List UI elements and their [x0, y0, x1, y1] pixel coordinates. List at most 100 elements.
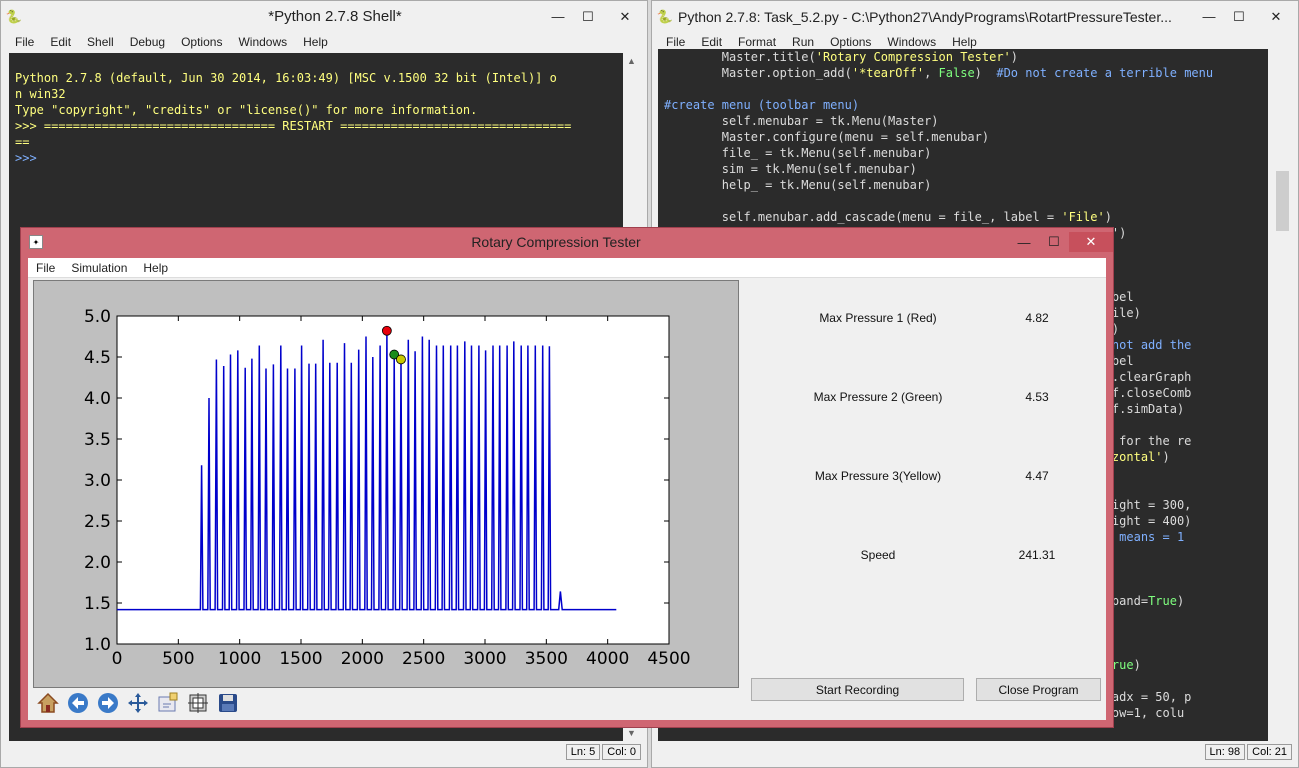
editor-title: Python 2.7.8: Task_5.2.py - C:\Python27\… [678, 8, 1172, 25]
plot-canvas[interactable]: 0 500 1000 1500 2000 2500 3000 3500 4000 4500 1.0 1… [33, 280, 739, 688]
menu-run[interactable]: Run [784, 35, 822, 49]
close-icon[interactable]: ✕ [1254, 7, 1298, 27]
x-tick-label: 1000 [218, 649, 261, 669]
menu-simulation[interactable]: Simulation [63, 261, 135, 275]
shell-line: Type "copyright", "credits" or "license(… [15, 103, 478, 117]
shell-prompt: >>> [15, 151, 44, 165]
code-line: self.menubar.add_cascade(menu = file_, l… [664, 210, 1112, 224]
y-tick-label: 2.5 [84, 512, 111, 532]
max-pressure-3-label: Max Pressure 3(Yellow) [814, 469, 942, 483]
back-arrow-icon[interactable] [65, 690, 91, 716]
speed-label: Speed [860, 548, 896, 562]
home-icon[interactable] [35, 690, 61, 716]
max-pressure-1-label: Max Pressure 1 (Red) [819, 311, 937, 325]
menu-windows[interactable]: Windows [879, 35, 944, 49]
tester-client-area: File Simulation Help 0 500 1000 1500 2000 250… [28, 258, 1106, 720]
column-number: Col: 21 [1247, 744, 1292, 760]
menu-options[interactable]: Options [822, 35, 879, 49]
code-line: Master.configure(menu = self.menubar) [664, 130, 990, 144]
menu-edit[interactable]: Edit [693, 35, 730, 49]
editor-scroll-thumb[interactable] [1276, 171, 1289, 231]
menu-help[interactable]: Help [135, 261, 176, 275]
shell-menubar: File Edit Shell Debug Options Windows He… [1, 32, 647, 52]
shell-line: n win32 [15, 87, 66, 101]
zoom-icon[interactable] [155, 690, 181, 716]
tester-titlebar[interactable]: ✦ Rotary Compression Tester — ☐ ✕ [21, 228, 1113, 256]
menu-help[interactable]: Help [295, 35, 336, 49]
maximize-icon[interactable]: ☐ [573, 7, 603, 27]
x-tick-label: 2000 [341, 649, 384, 669]
x-tick-label: 1500 [279, 649, 322, 669]
menu-file[interactable]: File [28, 261, 63, 275]
menu-format[interactable]: Format [730, 35, 784, 49]
code-line: file_ = tk.Menu(self.menubar) [664, 146, 932, 160]
max-pressure-3-marker [396, 354, 406, 365]
idle-icon: 🐍 [656, 8, 674, 24]
shell-line: Python 2.7.8 (default, Jun 30 2014, 16:0… [15, 71, 557, 85]
shell-statusbar: Ln: 5 Col: 0 [1, 743, 641, 761]
code-line: Master.option_add('*tearOff', False) #Do… [664, 66, 1214, 80]
max-pressure-3-value: 4.47 [1025, 469, 1049, 483]
editor-statusbar: Ln: 98 Col: 21 [652, 743, 1292, 761]
code-line: #create menu (toolbar menu) [664, 98, 860, 112]
menu-options[interactable]: Options [173, 35, 230, 49]
y-tick-label: 3.0 [84, 471, 111, 491]
speed-value: 241.31 [1018, 548, 1056, 562]
menu-file[interactable]: File [7, 35, 42, 49]
plot-toolbar [33, 690, 243, 718]
x-tick-label: 3500 [525, 649, 568, 669]
max-pressure-2-value: 4.53 [1025, 390, 1049, 404]
close-icon[interactable]: ✕ [1069, 232, 1113, 252]
editor-titlebar[interactable]: 🐍 Python 2.7.8: Task_5.2.py - C:\Python2… [652, 1, 1298, 32]
readings-panel: Max Pressure 1 (Red) 4.82 Max Pressure 2… [748, 280, 1100, 690]
pressure-chart: 0 500 1000 1500 2000 2500 3000 3500 4000 4500 1.0 1… [84, 307, 691, 669]
subplots-config-icon[interactable] [185, 690, 211, 716]
tester-title: Rotary Compression Tester [471, 234, 641, 250]
menu-windows[interactable]: Windows [230, 35, 295, 49]
x-tick-label: 500 [162, 649, 194, 669]
shell-titlebar[interactable]: 🐍 *Python 2.7.8 Shell* — ☐ ✕ [1, 1, 647, 32]
code-line: sim = tk.Menu(self.menubar) [664, 162, 917, 176]
x-tick-label: 3000 [463, 649, 506, 669]
menu-help[interactable]: Help [944, 35, 985, 49]
y-tick-label: 5.0 [84, 307, 111, 327]
line-number: Ln: 5 [565, 744, 601, 760]
minimize-icon[interactable]: — [1009, 232, 1039, 252]
close-program-button[interactable]: Close Program [976, 678, 1101, 701]
max-pressure-1-value: 4.82 [1025, 311, 1049, 325]
save-icon[interactable] [215, 690, 241, 716]
tester-menubar: File Simulation Help [28, 258, 1106, 278]
shell-line: >>> ================================ RES… [15, 119, 572, 133]
scroll-up-icon[interactable]: ▲ [623, 53, 640, 69]
feather-icon: ✦ [29, 235, 43, 249]
close-icon[interactable]: ✕ [603, 7, 647, 27]
code-line: Master.title('Rotary Compression Tester'… [664, 50, 1019, 64]
maximize-icon[interactable]: ☐ [1039, 232, 1069, 252]
pan-icon[interactable] [125, 690, 151, 716]
code-line: help_ = tk.Menu(self.menubar) [664, 178, 932, 192]
minimize-icon[interactable]: — [1194, 7, 1224, 27]
x-tick-label: 4500 [647, 649, 690, 669]
tester-window: ✦ Rotary Compression Tester — ☐ ✕ File S… [20, 227, 1114, 728]
menu-edit[interactable]: Edit [42, 35, 79, 49]
y-tick-label: 4.5 [84, 348, 111, 368]
forward-arrow-icon[interactable] [95, 690, 121, 716]
menu-file[interactable]: File [658, 35, 693, 49]
code-line: self.menubar = tk.Menu(Master) [664, 114, 939, 128]
start-recording-button[interactable]: Start Recording [751, 678, 964, 701]
shell-title: *Python 2.7.8 Shell* [268, 8, 402, 25]
max-pressure-2-label: Max Pressure 2 (Green) [813, 390, 943, 404]
x-tick-label: 0 [112, 649, 123, 669]
menu-shell[interactable]: Shell [79, 35, 122, 49]
max-pressure-1-marker [381, 325, 392, 336]
maximize-icon[interactable]: ☐ [1224, 7, 1254, 27]
x-tick-label: 2500 [402, 649, 445, 669]
y-tick-label: 3.5 [84, 430, 111, 450]
idle-icon: 🐍 [5, 8, 23, 24]
minimize-icon[interactable]: — [543, 7, 573, 27]
line-number: Ln: 98 [1204, 744, 1246, 760]
menu-debug[interactable]: Debug [122, 35, 173, 49]
editor-scrollbar[interactable] [1274, 53, 1291, 741]
